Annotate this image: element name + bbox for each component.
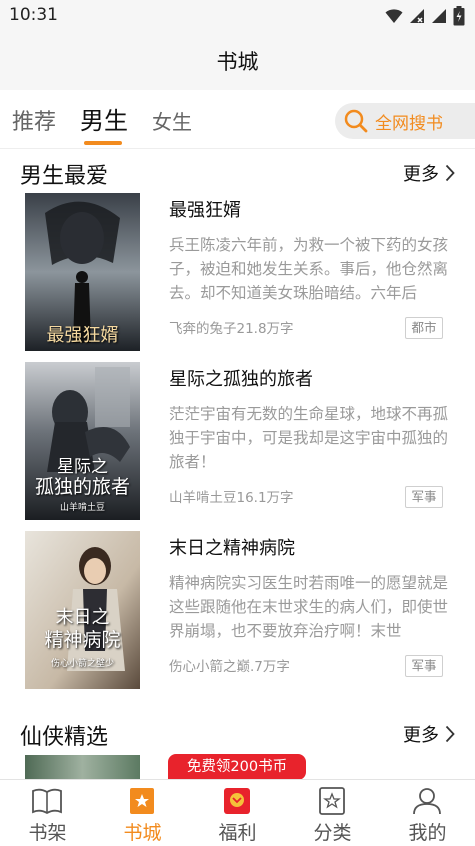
cover-title: 最强狂婿: [46, 325, 119, 346]
book-cover-partial[interactable]: [25, 755, 140, 779]
section-header-male-favorites: 男生最爱 更多: [0, 152, 475, 192]
nav-item-profile[interactable]: 我的: [380, 780, 475, 846]
status-bar: 10:31: [0, 0, 475, 32]
nav-label: 书城: [123, 822, 162, 844]
signal-icon-2: [432, 9, 446, 23]
book-tag: 都市: [405, 317, 443, 339]
book-description: 茫茫宇宙有无数的生命星球，地球不再孤独于宇宙中，可是我却是这宇宙中孤独的旅者！: [169, 405, 449, 471]
book-open-icon: [32, 788, 62, 815]
book-author-words: 山羊啃土豆16.1万字: [169, 490, 294, 506]
book-title: 星际之孤独的旅者: [169, 369, 313, 390]
book-item[interactable]: 星际之 孤独的旅者 山羊啃土豆 星际之孤独的旅者 茫茫宇宙有无数的生命星球，地球…: [0, 362, 475, 522]
book-item[interactable]: 末日之 精神病院 伤心小箭之壁少 末日之精神病院 精神病院实习医生时若雨唯一的愿…: [0, 531, 475, 691]
status-icons: [385, 6, 465, 26]
section-title: 仙侠精选: [20, 725, 109, 750]
book-cover[interactable]: 星际之 孤独的旅者 山羊啃土豆: [25, 362, 140, 520]
nav-item-bookstore[interactable]: 书城: [95, 780, 190, 846]
bookmark-star-icon: [130, 788, 154, 814]
signal-icon: [410, 9, 424, 23]
book-tag: 军事: [405, 486, 443, 508]
category-star-icon: [319, 787, 345, 815]
cover-author: 伤心小箭之壁少: [50, 659, 114, 669]
nav-item-welfare[interactable]: 福利: [190, 780, 285, 846]
promo-badge[interactable]: 免费领200书币: [168, 754, 306, 780]
nav-item-category[interactable]: 分类: [285, 780, 380, 846]
chevron-right-icon: [445, 164, 455, 182]
gift-icon: [224, 788, 250, 814]
nav-label: 我的: [408, 822, 447, 844]
more-link[interactable]: 更多: [403, 160, 455, 186]
more-label: 更多: [403, 725, 439, 746]
book-cover[interactable]: 最强狂婿: [25, 193, 140, 351]
category-tabs: 推荐 男生 女生 全网搜书: [0, 90, 475, 148]
title-bar: 书城: [0, 32, 475, 90]
search-button[interactable]: 全网搜书: [335, 103, 475, 139]
book-title: 末日之精神病院: [169, 538, 295, 559]
tab-female[interactable]: 女生: [152, 106, 192, 135]
tab-male[interactable]: 男生: [80, 101, 128, 136]
profile-icon: [413, 788, 441, 815]
section-header-xianxia: 仙侠精选 更多: [0, 713, 475, 753]
book-author-words: 伤心小箭之巅.7万字: [169, 659, 290, 675]
book-tag: 军事: [405, 655, 443, 677]
book-description: 兵王陈凌六年前，为救一个被下药的女孩子，被迫和她发生关系。事后，他仓然离去。却不…: [169, 236, 449, 302]
cover-author: 山羊啃土豆: [59, 503, 105, 513]
active-tab-indicator: [84, 141, 122, 145]
more-label: 更多: [403, 164, 439, 185]
book-cover[interactable]: 末日之 精神病院 伤心小箭之壁少: [25, 531, 140, 689]
nav-label: 书架: [28, 822, 67, 844]
bottom-nav: 书架 书城 福利 分类 我的: [0, 779, 475, 846]
more-link[interactable]: 更多: [403, 721, 455, 747]
book-author-words: 飞奔的兔子21.8万字: [169, 321, 294, 337]
nav-label: 福利: [218, 822, 257, 844]
nav-item-bookshelf[interactable]: 书架: [0, 780, 95, 846]
battery-icon: [453, 6, 465, 26]
search-label: 全网搜书: [375, 113, 443, 134]
book-title: 最强狂婿: [169, 200, 241, 221]
book-description: 精神病院实习医生时若雨唯一的愿望就是这些跟随他在末世求生的病人们，即使世界崩塌，…: [169, 574, 449, 640]
cover-title-line2: 孤独的旅者: [34, 476, 130, 498]
divider: [0, 148, 475, 149]
nav-label: 分类: [313, 822, 352, 844]
chevron-right-icon: [445, 725, 455, 743]
tab-recommend[interactable]: 推荐: [12, 104, 56, 136]
status-time: 10:31: [9, 5, 58, 25]
page-title: 书城: [216, 50, 259, 74]
search-icon: [344, 109, 368, 133]
book-item[interactable]: 最强狂婿 最强狂婿 兵王陈凌六年前，为救一个被下药的女孩子，被迫和她发生关系。事…: [0, 193, 475, 353]
cover-title-line2: 精神病院: [44, 629, 121, 651]
section-title: 男生最爱: [20, 164, 109, 189]
wifi-icon: [385, 9, 403, 23]
